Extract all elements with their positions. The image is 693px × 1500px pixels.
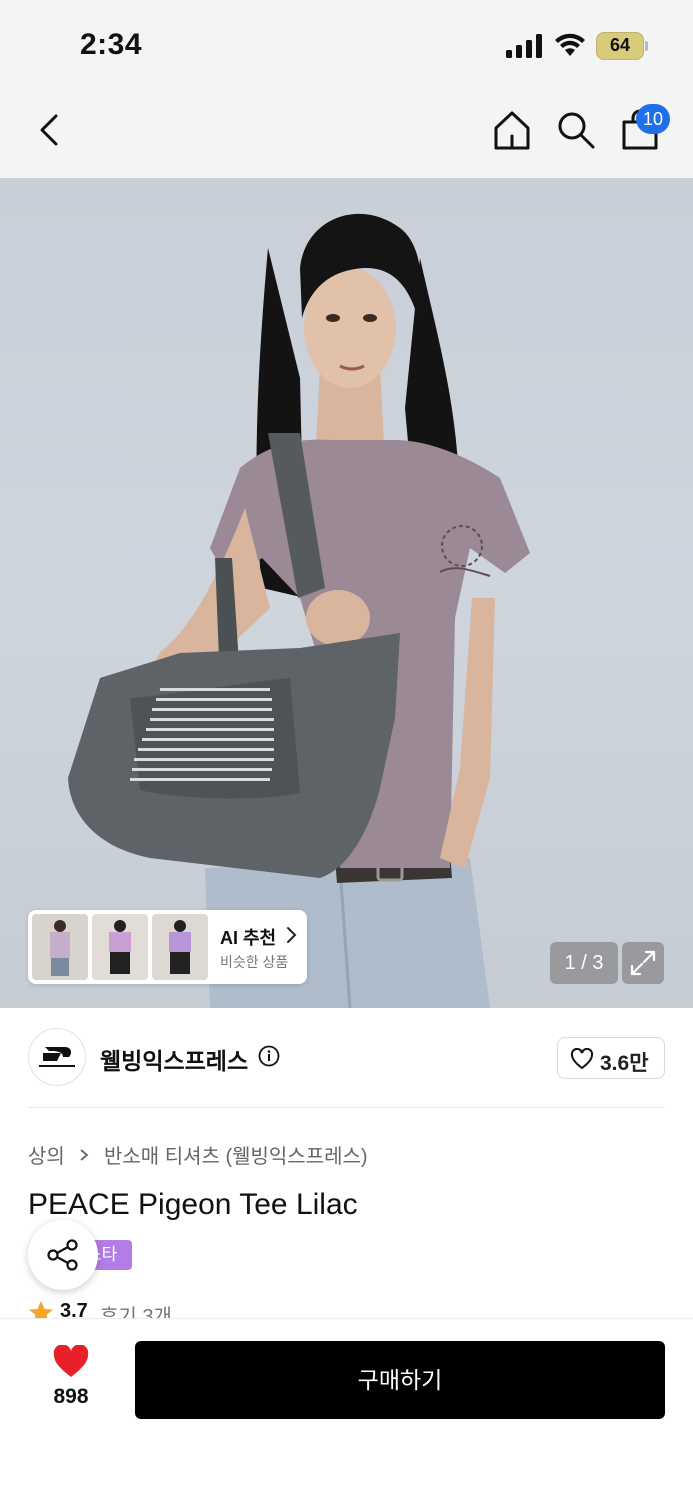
buy-button[interactable]: 구매하기 <box>135 1341 665 1419</box>
rating-row[interactable]: 3.7 후기 3개 <box>28 1298 328 1320</box>
product-photo <box>68 213 530 1008</box>
brand-like-count: 3.6만 <box>600 1052 649 1075</box>
battery-level: 64 <box>609 35 631 55</box>
heart-filled-icon[interactable] <box>52 1345 90 1379</box>
chevron-right-icon <box>287 927 297 943</box>
star-icon <box>29 1301 53 1320</box>
product-image-gallery[interactable] <box>0 178 693 1008</box>
ai-thumbnail[interactable] <box>152 914 208 980</box>
expand-image-button[interactable] <box>622 942 664 984</box>
home-icon[interactable] <box>490 108 534 152</box>
back-arrow-icon[interactable] <box>30 110 70 150</box>
brand-name[interactable]: 웰빙익스프레스 <box>100 1042 248 1076</box>
ai-recommendation-card[interactable]: AI 추천 비슷한 상품 <box>28 910 307 984</box>
top-navigation <box>0 90 693 178</box>
brand-logo-mark <box>39 1047 75 1067</box>
product-title: PEACE Pigeon Tee Lilac <box>28 1188 358 1221</box>
ai-thumbnail[interactable] <box>32 914 88 980</box>
review-count[interactable]: 후기 3개 <box>100 1300 172 1320</box>
rating-score: 3.7 <box>60 1300 88 1320</box>
wifi-icon <box>555 33 585 56</box>
heart-outline-icon <box>570 1048 594 1070</box>
brand-row: 웰빙익스프레스 3.6만 <box>0 1008 693 1108</box>
status-time: 2:34 <box>80 28 143 61</box>
cart-count-badge: 10 <box>636 104 670 134</box>
share-icon <box>47 1239 78 1271</box>
ai-recommend-subtitle: 비슷한 상품 <box>220 954 289 970</box>
ai-thumbnail[interactable] <box>92 914 148 980</box>
info-icon[interactable] <box>258 1045 280 1067</box>
chevron-right-icon <box>80 1148 89 1161</box>
brand-logo[interactable] <box>28 1028 86 1086</box>
divider <box>28 1107 665 1108</box>
brand-like-button[interactable]: 3.6만 <box>557 1037 665 1079</box>
bottom-purchase-bar: 898 구매하기 <box>0 1318 693 1500</box>
status-bar: 2:34 64 <box>0 0 693 90</box>
battery-indicator: 64 <box>596 32 648 60</box>
image-page-indicator: 1 / 3 <box>550 942 618 984</box>
breadcrumb-category[interactable]: 상의 <box>28 1146 65 1168</box>
expand-icon <box>630 950 656 976</box>
cellular-signal-icon <box>506 34 542 58</box>
breadcrumb-subcategory[interactable]: 반소매 티셔츠 (웰빙익스프레스) <box>104 1146 368 1168</box>
breadcrumb: 상의 반소매 티셔츠 (웰빙익스프레스) <box>28 1140 368 1169</box>
share-button[interactable] <box>28 1220 98 1290</box>
ai-recommend-title: AI 추천 <box>220 928 277 948</box>
search-icon[interactable] <box>554 108 598 152</box>
wish-count: 898 <box>53 1385 89 1408</box>
